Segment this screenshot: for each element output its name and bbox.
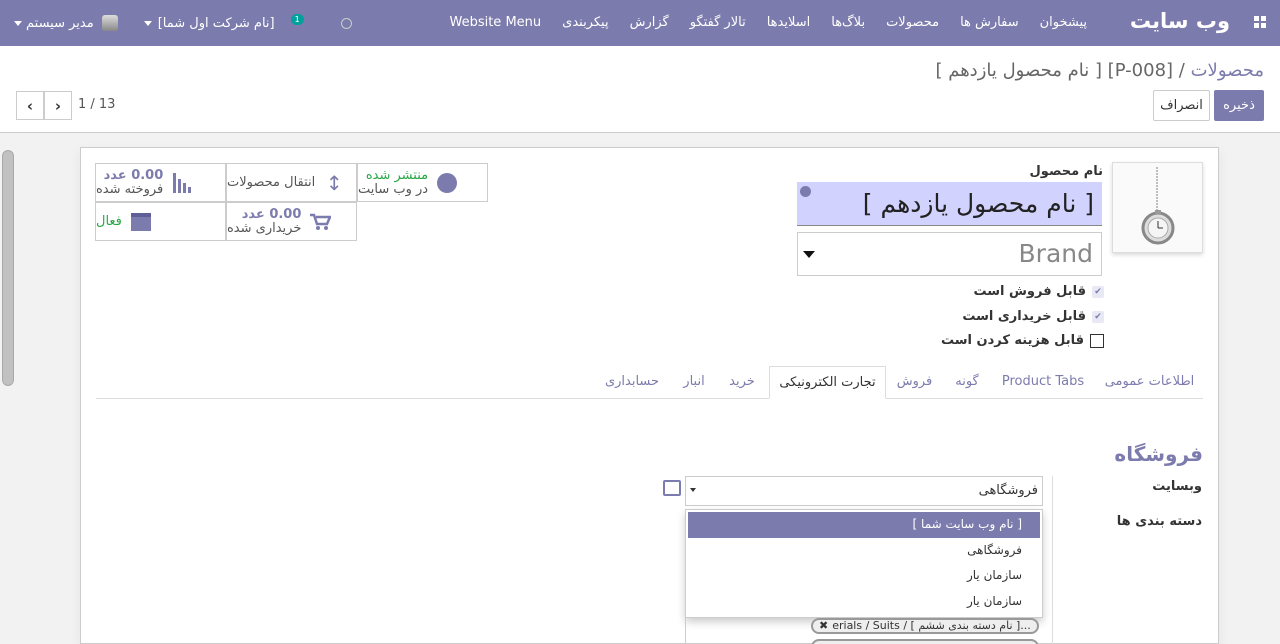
- categories-label: دسته بندی ها: [1116, 514, 1202, 529]
- breadcrumb-current: [P-008] [ نام محصول یازدهم ]: [935, 60, 1174, 81]
- translate-globe-icon[interactable]: [800, 186, 811, 197]
- active-label: فعال: [96, 213, 122, 229]
- active-button[interactable]: فعال: [95, 202, 226, 241]
- tab-purchase[interactable]: خرید: [716, 366, 768, 399]
- check-icon[interactable]: ✔: [1092, 310, 1104, 323]
- menu-orders[interactable]: سفارش ها: [960, 15, 1019, 30]
- tab-product-tabs[interactable]: Product Tabs: [994, 366, 1092, 399]
- menu-slides[interactable]: اسلایدها: [767, 15, 811, 30]
- menu-dashboard[interactable]: پیشخوان: [1040, 15, 1087, 30]
- menu-products[interactable]: محصولات: [886, 15, 939, 30]
- arrows-vertical-icon: ↕: [325, 170, 343, 195]
- product-moves-button[interactable]: ↕ انتقال محصولات: [226, 163, 357, 202]
- dropdown-option[interactable]: سازمان یار: [688, 563, 1040, 589]
- company-switcher[interactable]: [نام شرکت اول شما]: [158, 16, 275, 31]
- brand-select[interactable]: Brand: [797, 232, 1102, 276]
- pager-next-button[interactable]: ›: [44, 91, 72, 120]
- published-button[interactable]: منتشر شده در وب سایت: [357, 163, 488, 202]
- globe-icon: [436, 172, 458, 194]
- category-tag[interactable]: ✖ erials / Suits / [ نام دسته بندی ششم ].…: [811, 618, 1039, 634]
- checkbox-empty[interactable]: [1090, 333, 1104, 348]
- purchased-value: 0.00 عدد: [241, 206, 302, 222]
- menu-website-menu[interactable]: Website Menu: [449, 15, 541, 30]
- purchase-ok-field[interactable]: ✔ قابل خریداری است: [962, 309, 1104, 324]
- sold-button[interactable]: 0.00 عدد فروخته شده: [95, 163, 226, 202]
- sale-ok-field[interactable]: ✔ قابل فروش است: [973, 284, 1104, 299]
- breadcrumb: محصولات / [P-008] [ نام محصول یازدهم ]: [935, 60, 1264, 81]
- dropdown-option[interactable]: فروشگاهی: [688, 538, 1040, 564]
- archive-icon: [130, 211, 152, 233]
- notebook-tabs: اطلاعات عمومی Product Tabs گونه فروش تجا…: [96, 366, 1203, 399]
- dropdown-option[interactable]: سازمان یار: [688, 589, 1040, 615]
- breadcrumb-products[interactable]: محصولات: [1191, 60, 1264, 81]
- discard-button[interactable]: انصراف: [1153, 90, 1210, 121]
- category-tag[interactable]: [811, 639, 1039, 644]
- bar-chart-icon: [171, 172, 193, 194]
- tab-variants[interactable]: گونه: [944, 366, 990, 399]
- check-icon[interactable]: ✔: [1092, 285, 1104, 298]
- chat-icon[interactable]: 1: [290, 14, 313, 29]
- pager-value[interactable]: 1 / 13: [78, 97, 115, 112]
- moves-label: انتقال محصولات: [227, 174, 316, 190]
- external-link-icon[interactable]: [663, 480, 681, 496]
- chevron-down-icon[interactable]: [143, 20, 152, 26]
- top-navbar: وب سایت پیشخوان سفارش ها محصولات بلاگ‌ها…: [0, 0, 1280, 46]
- app-name[interactable]: وب سایت: [1130, 9, 1230, 33]
- tab-ecommerce[interactable]: تجارت الکترونیکی: [769, 366, 886, 399]
- close-icon[interactable]: ✖: [819, 619, 828, 632]
- apps-grid-icon[interactable]: [1254, 16, 1266, 28]
- breadcrumb-separator: /: [1178, 60, 1185, 81]
- field-border: [685, 612, 686, 644]
- caret-down-icon[interactable]: [803, 251, 815, 258]
- tab-general-info[interactable]: اطلاعات عمومی: [1096, 366, 1203, 399]
- website-dropdown: [ نام وب سایت شما ] فروشگاهی سازمان یار …: [685, 509, 1043, 618]
- can-be-expensed-field[interactable]: قابل هزینه کردن است: [941, 333, 1104, 348]
- published-label: در وب سایت: [358, 181, 429, 197]
- chevron-down-icon[interactable]: [14, 20, 22, 26]
- product-name-label: نام محصول: [1029, 164, 1103, 179]
- menu-forum[interactable]: تالار گفتگو: [690, 15, 746, 30]
- systray: مدیر سیستم [نام شرکت اول شما] 1: [14, 14, 352, 31]
- dropdown-option[interactable]: [ نام وب سایت شما ]: [688, 512, 1040, 538]
- user-name[interactable]: مدیر سیستم: [26, 16, 94, 31]
- menu-config[interactable]: پیکربندی: [562, 15, 608, 30]
- category-tag-label: erials / Suits / [ نام دسته بندی ششم ]..…: [832, 619, 1031, 632]
- caret-down-icon[interactable]: [690, 488, 696, 492]
- product-image[interactable]: [1112, 162, 1203, 253]
- section-title: فروشگاه: [1114, 442, 1203, 466]
- tab-inventory[interactable]: انبار: [672, 366, 716, 399]
- column-divider: [1052, 476, 1053, 644]
- main-menu: پیشخوان سفارش ها محصولات بلاگ‌ها اسلایده…: [449, 15, 1087, 30]
- sale-ok-label: قابل فروش است: [973, 284, 1086, 299]
- pager-prev-button[interactable]: ‹: [16, 91, 44, 120]
- published-status: منتشر شده: [365, 167, 429, 183]
- sold-label: فروخته شده: [96, 181, 164, 197]
- sold-value: 0.00 عدد: [103, 167, 164, 183]
- save-button[interactable]: ذخیره: [1214, 90, 1264, 121]
- purchase-ok-label: قابل خریداری است: [962, 309, 1086, 324]
- avatar[interactable]: [101, 15, 118, 31]
- product-name-input[interactable]: [ نام محصول یازدهم ]: [797, 182, 1102, 226]
- website-select[interactable]: فروشگاهی: [685, 476, 1043, 506]
- purchased-button[interactable]: 0.00 عدد خریداری شده: [226, 202, 357, 241]
- can-be-expensed-label: قابل هزینه کردن است: [940, 333, 1084, 348]
- tab-accounting[interactable]: حسابداری: [594, 366, 670, 399]
- tab-sales[interactable]: فروش: [888, 366, 941, 399]
- menu-report[interactable]: گزارش: [630, 15, 669, 30]
- website-label: وبسایت: [1152, 479, 1202, 494]
- chat-badge: 1: [290, 14, 304, 25]
- cart-icon: [309, 211, 332, 233]
- clock-icon[interactable]: [340, 17, 352, 29]
- menu-blogs[interactable]: بلاگ‌ها: [831, 15, 865, 30]
- scrollbar[interactable]: [2, 150, 14, 386]
- purchased-label: خریداری شده: [227, 220, 302, 236]
